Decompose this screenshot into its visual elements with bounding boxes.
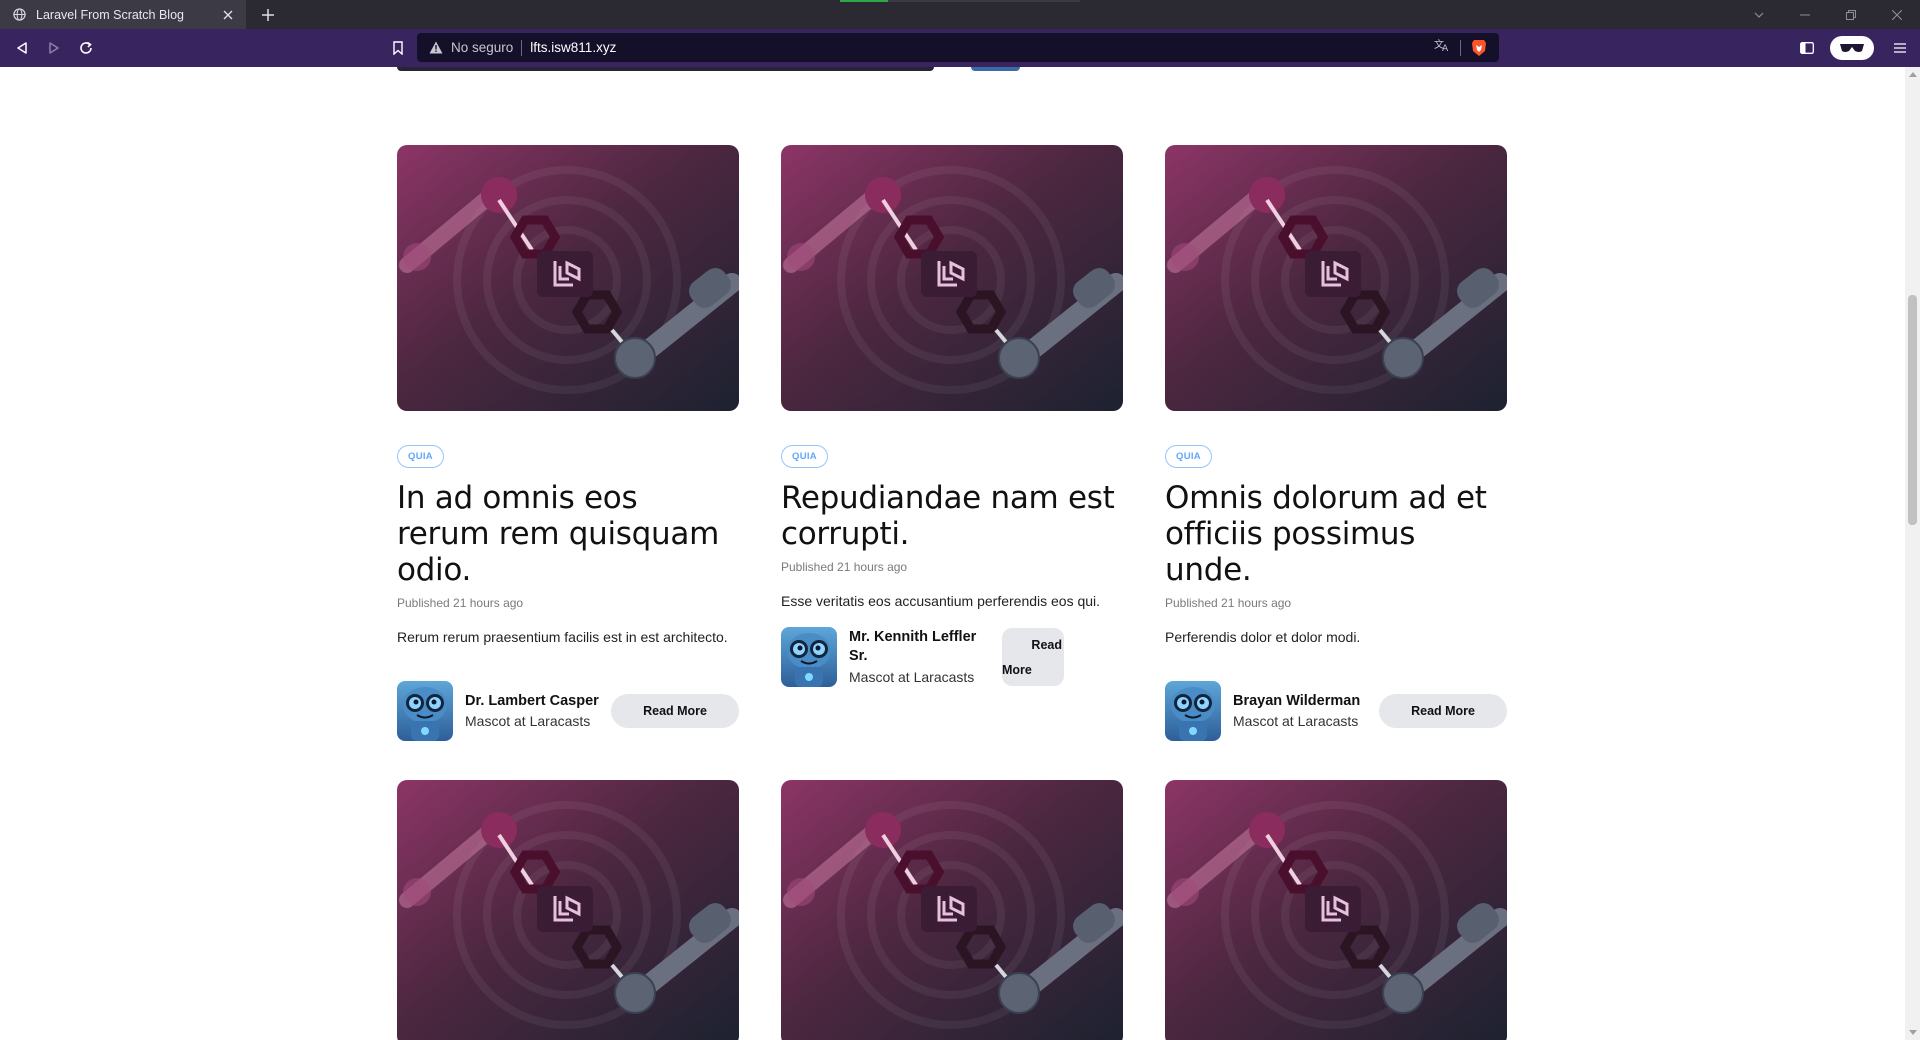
scroll-up-arrow-icon[interactable] [1909,72,1917,77]
previous-featured-card-edge [397,67,934,71]
post-footer: Brayan Wilderman Mascot at Laracasts Rea… [1165,681,1507,741]
avatar [397,681,453,741]
menu-icon[interactable] [1888,36,1912,60]
vpn-glasses-icon[interactable] [1830,36,1874,60]
translate-icon[interactable]: 文A [1434,38,1450,57]
category-tag[interactable]: QUIA [397,445,444,468]
author-info: Mr. Kennith Leffler Sr. Mascot at Laraca… [849,628,986,687]
tab-title: Laravel From Scratch Blog [36,7,184,22]
new-tab-icon[interactable] [256,3,280,27]
author-name: Mr. Kennith Leffler Sr. [849,628,977,664]
post-title[interactable]: Omnis dolorum ad et officiis possimus un… [1165,480,1507,588]
post-title[interactable]: Repudiandae nam est corrupti. [781,480,1123,552]
sidebar-toggle-icon[interactable] [1795,36,1819,60]
author-role: Mascot at Laracasts [1233,712,1359,729]
window-controls [1736,0,1920,29]
scroll-down-arrow-icon[interactable] [1909,1030,1917,1035]
read-more-button[interactable]: Read More [1002,628,1064,686]
post-excerpt: Esse veritatis eos accusantium perferend… [781,593,1101,609]
page-scrollbar[interactable] [1905,67,1920,1040]
avatar [781,627,837,687]
post-thumbnail[interactable] [397,780,739,1040]
author-info: Brayan Wilderman Mascot at Laracasts [1233,692,1378,731]
published-time: Published 21 hours ago [397,596,524,610]
browser-tab[interactable]: Laravel From Scratch Blog [0,0,246,29]
category-tag[interactable]: QUIA [1165,445,1212,468]
reload-icon[interactable] [74,36,98,60]
bookmark-icon[interactable] [386,36,410,60]
avatar [1165,681,1221,741]
previous-button-edge [971,67,1020,71]
minimize-icon[interactable] [1782,0,1828,29]
address-bar[interactable]: No seguro lfts.isw811.xyz 文A [417,33,1499,62]
post-excerpt: Perferendis dolor et dolor modi. [1165,629,1361,645]
browser-tab-bar: Laravel From Scratch Blog [0,0,1920,29]
post-excerpt: Rerum rerum praesentium facilis est in e… [397,629,728,645]
scrollbar-thumb[interactable] [1908,295,1917,525]
read-more-line-2: More [1002,663,1032,677]
read-more-line-1: Read [1031,638,1062,652]
url-text[interactable]: lfts.isw811.xyz [530,40,616,55]
url-divider [1460,39,1461,56]
page-viewport: QUIA In ad omnis eos rerum rem quisquam … [0,67,1905,1040]
post-thumbnail[interactable] [1165,145,1507,411]
close-window-icon[interactable] [1874,0,1920,29]
post-card: QUIA In ad omnis eos rerum rem quisquam … [397,145,739,741]
forward-icon[interactable] [42,36,66,60]
post-thumbnail[interactable] [781,145,1123,411]
restore-icon[interactable] [1828,0,1874,29]
close-tab-icon[interactable] [218,5,238,25]
category-tag[interactable]: QUIA [781,445,828,468]
author-role: Mascot at Laracasts [849,668,975,685]
post-thumbnail[interactable] [781,780,1123,1040]
security-label[interactable]: No seguro [451,40,513,55]
post-thumbnail[interactable] [397,145,739,411]
warning-icon[interactable] [428,40,444,56]
author-info: Dr. Lambert Casper Mascot at Laracasts [465,692,610,731]
post-footer: Dr. Lambert Casper Mascot at Laracasts R… [397,681,739,741]
author-name: Dr. Lambert Casper [465,692,599,709]
post-title[interactable]: In ad omnis eos rerum rem quisquam odio. [397,480,739,588]
published-time: Published 21 hours ago [781,560,908,574]
browser-toolbar: No seguro lfts.isw811.xyz 文A [0,29,1920,67]
tab-progress-bar [840,0,1080,2]
brave-shields-icon[interactable] [1471,39,1489,57]
read-more-button[interactable]: Read More [1379,694,1507,728]
post-footer: Mr. Kennith Leffler Sr. Mascot at Laraca… [781,627,1123,687]
globe-icon [12,8,26,22]
published-time: Published 21 hours ago [1165,596,1292,610]
read-more-button[interactable]: Read More [611,694,739,728]
author-role: Mascot at Laracasts [465,712,591,729]
author-name: Brayan Wilderman [1233,692,1361,709]
url-separator [521,39,523,56]
post-thumbnail[interactable] [1165,780,1507,1040]
tab-search-icon[interactable] [1736,0,1782,29]
svg-text:A: A [1442,44,1449,52]
back-icon[interactable] [10,36,34,60]
post-card: QUIA Omnis dolorum ad et officiis possim… [1165,145,1507,741]
post-card: QUIA Repudiandae nam est corrupti. Publi… [781,145,1123,687]
